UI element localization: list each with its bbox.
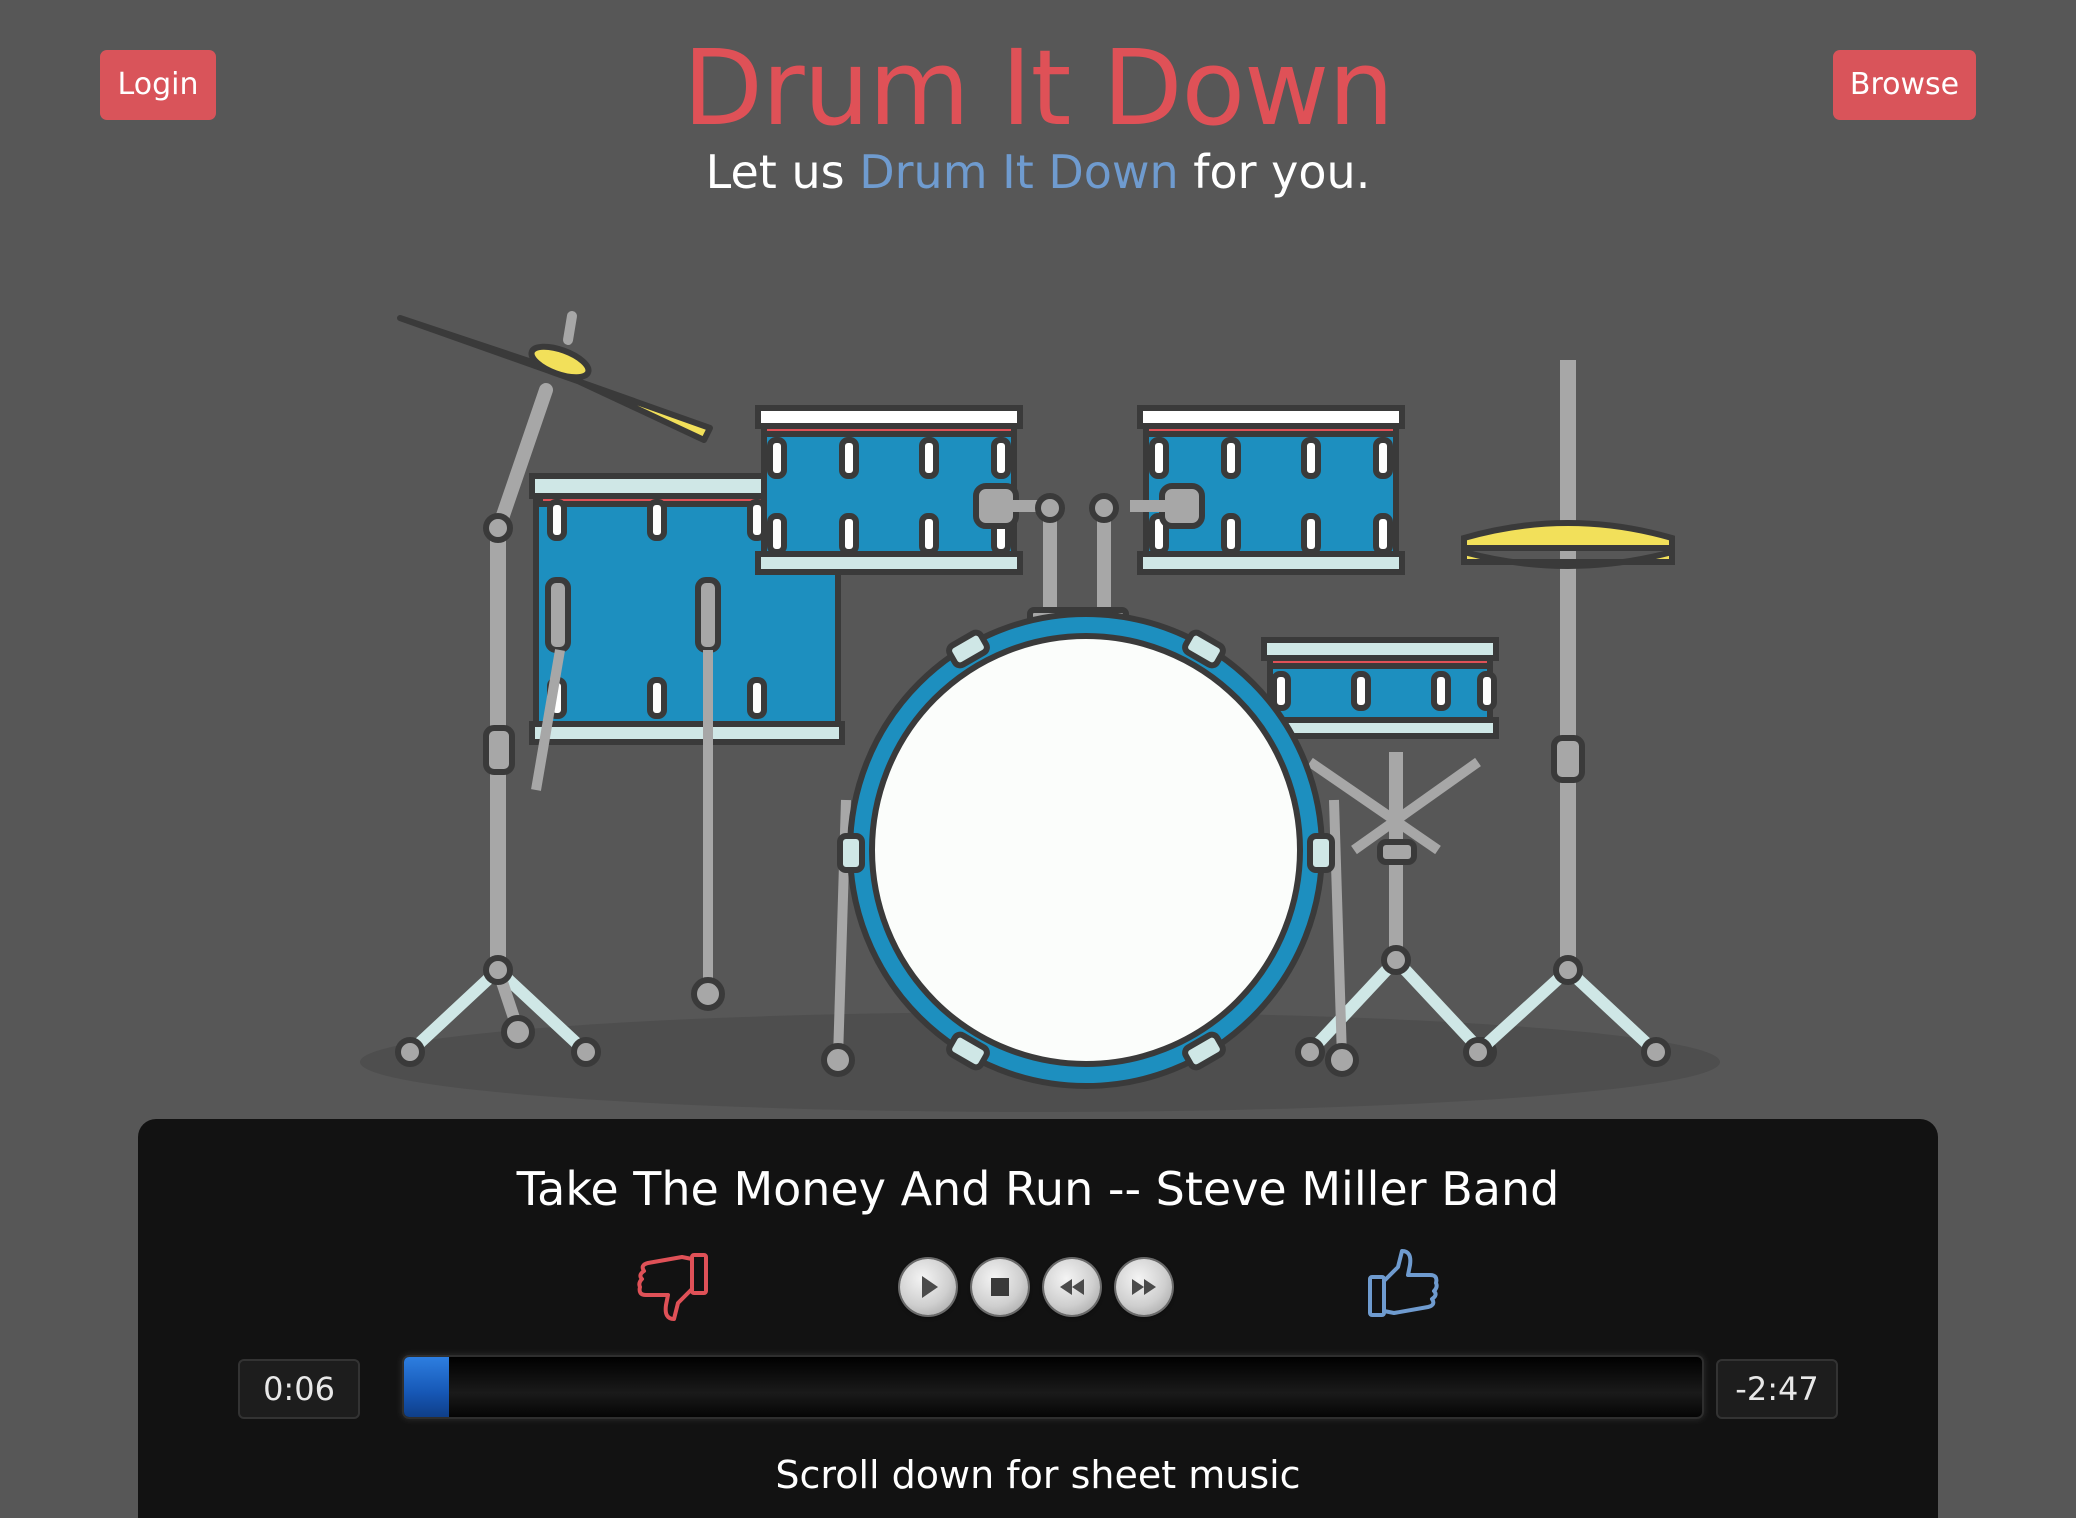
scroll-hint: Scroll down for sheet music bbox=[775, 1453, 1301, 1497]
page: Login Browse Drum It Down Let us Drum It… bbox=[0, 0, 2076, 1518]
audio-player: Take The Money And Run -- Steve Miller B… bbox=[138, 1119, 1938, 1518]
tagline-accent: Drum It Down bbox=[859, 145, 1179, 199]
progress-fill bbox=[404, 1357, 450, 1417]
progress-bar[interactable] bbox=[402, 1355, 1704, 1419]
stop-icon bbox=[991, 1278, 1009, 1296]
fast-forward-icon bbox=[1132, 1279, 1156, 1295]
rewind-button[interactable] bbox=[1044, 1259, 1100, 1315]
stop-button[interactable] bbox=[972, 1259, 1028, 1315]
rewind-icon bbox=[1060, 1279, 1084, 1295]
thumbs-up-icon[interactable] bbox=[1364, 1245, 1444, 1325]
crash-cymbal bbox=[397, 315, 713, 443]
play-icon bbox=[922, 1276, 938, 1298]
tagline-start: Let us bbox=[705, 145, 860, 199]
fast-forward-button[interactable] bbox=[1116, 1259, 1172, 1315]
elapsed-time: 0:06 bbox=[238, 1359, 360, 1419]
tagline: Let us Drum It Down for you. bbox=[0, 142, 2076, 202]
thumbs-down-icon[interactable] bbox=[632, 1245, 712, 1325]
song-title: Take The Money And Run -- Steve Miller B… bbox=[516, 1162, 1560, 1216]
remaining-time: -2:47 bbox=[1716, 1359, 1838, 1419]
play-button[interactable] bbox=[900, 1259, 956, 1315]
page-title: Drum It Down bbox=[682, 27, 1394, 149]
hi-hat bbox=[1461, 360, 1675, 1067]
tagline-end: for you. bbox=[1178, 145, 1371, 199]
drum-kit-illustration bbox=[360, 311, 1720, 1112]
